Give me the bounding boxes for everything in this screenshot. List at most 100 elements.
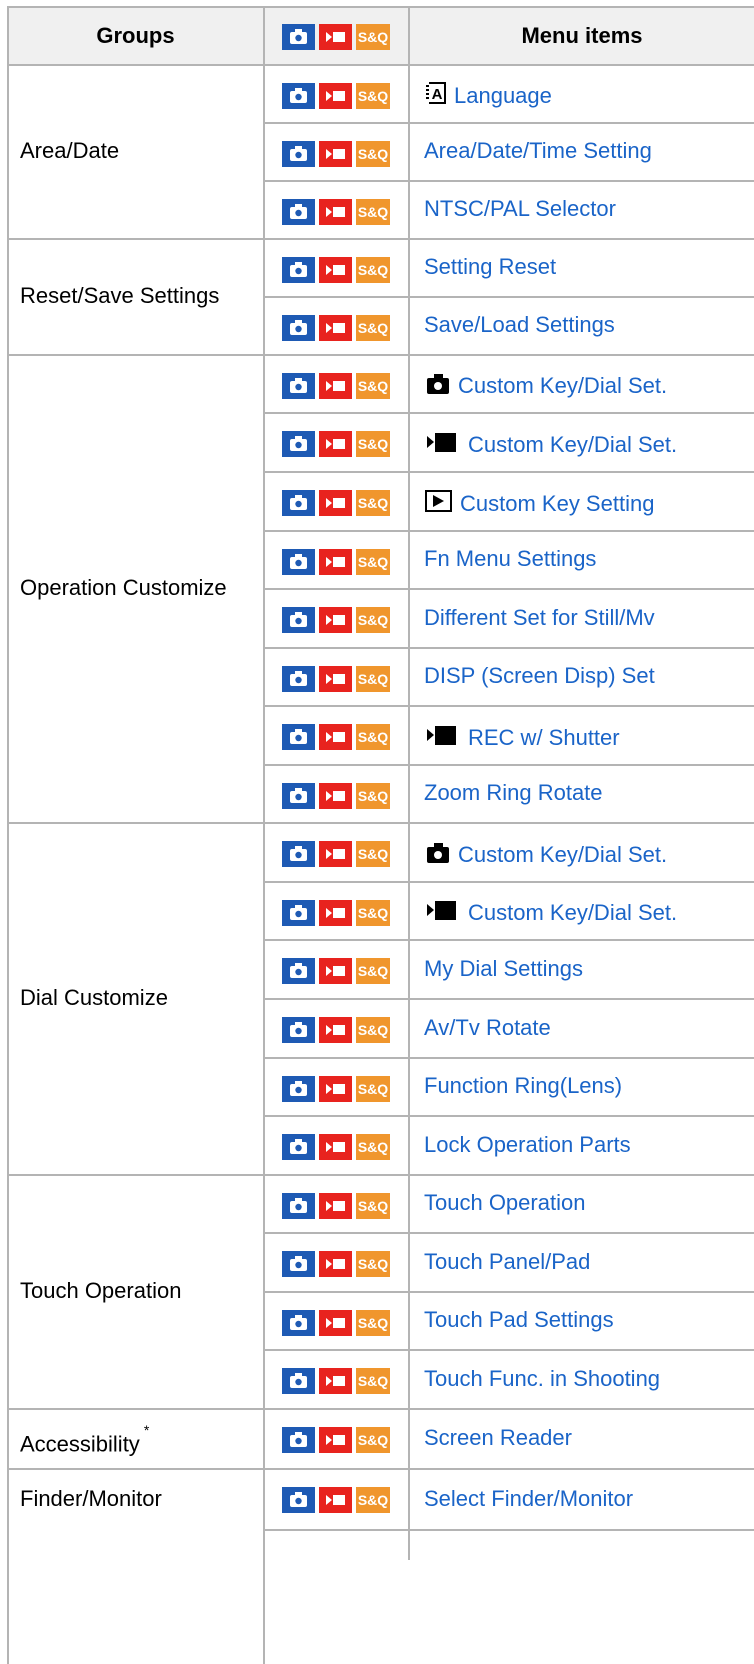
- menu-item-label[interactable]: My Dial Settings: [424, 956, 583, 982]
- sq-mode-icon: S&Q: [356, 666, 390, 692]
- menu-item-link[interactable]: Fn Menu Settings: [424, 546, 596, 572]
- menu-item-link[interactable]: Touch Panel/Pad: [424, 1249, 590, 1275]
- menu-item-link[interactable]: REC w/ Shutter: [424, 722, 620, 754]
- menu-item-link[interactable]: Custom Key/Dial Set.: [424, 429, 677, 461]
- menu-item-link[interactable]: Custom Key/Dial Set.: [424, 839, 667, 871]
- menu-item-link[interactable]: Touch Pad Settings: [424, 1307, 614, 1333]
- menu-item-link[interactable]: Av/Tv Rotate: [424, 1015, 551, 1041]
- still-camera-mode-icon: [282, 1193, 315, 1219]
- still-camera-mode-icon: [282, 841, 315, 867]
- row-mode-icons: S&Q: [282, 841, 390, 867]
- menu-item-label[interactable]: DISP (Screen Disp) Set: [424, 663, 655, 689]
- still-camera-mode-icon: [282, 1310, 315, 1336]
- sq-mode-icon: S&Q: [356, 373, 390, 399]
- menu-item-label[interactable]: Lock Operation Parts: [424, 1132, 631, 1158]
- sq-mode-icon: S&Q: [356, 841, 390, 867]
- menu-item-label[interactable]: Touch Operation: [424, 1190, 585, 1216]
- menu-item-link[interactable]: Different Set for Still/Mv: [424, 605, 655, 631]
- group-label: Reset/Save Settings: [20, 283, 219, 309]
- menu-item-label[interactable]: Custom Key Setting: [460, 491, 654, 517]
- menu-item-link[interactable]: Touch Func. in Shooting: [424, 1366, 660, 1392]
- menu-item-link[interactable]: Custom Key/Dial Set.: [424, 370, 667, 402]
- menu-item-link[interactable]: Function Ring(Lens): [424, 1073, 622, 1099]
- menu-item-label[interactable]: Area/Date/Time Setting: [424, 138, 652, 164]
- row-mode-icons: S&Q: [282, 607, 390, 633]
- sq-mode-icon: S&Q: [356, 1017, 390, 1043]
- menu-item-link[interactable]: Lock Operation Parts: [424, 1132, 631, 1158]
- menu-item-label[interactable]: Screen Reader: [424, 1425, 572, 1451]
- row-mode-icons: S&Q: [282, 315, 390, 341]
- menu-item-label[interactable]: Zoom Ring Rotate: [424, 780, 603, 806]
- row-mode-icons: S&Q: [282, 724, 390, 750]
- row-separator: [263, 1529, 754, 1531]
- menu-item-label[interactable]: Touch Pad Settings: [424, 1307, 614, 1333]
- menu-item-link[interactable]: NTSC/PAL Selector: [424, 196, 616, 222]
- group-label: Area/Date: [20, 138, 119, 164]
- menu-item-link[interactable]: Select Finder/Monitor: [424, 1486, 633, 1512]
- movie-mode-icon: [319, 1368, 352, 1394]
- menu-item-label[interactable]: Language: [454, 83, 552, 109]
- menu-item-link[interactable]: Custom Key/Dial Set.: [424, 897, 677, 929]
- menu-item-label[interactable]: Custom Key/Dial Set.: [468, 432, 677, 458]
- movie-mode-icon: [319, 199, 352, 225]
- menu-item-label[interactable]: Touch Panel/Pad: [424, 1249, 590, 1275]
- menu-item-link[interactable]: My Dial Settings: [424, 956, 583, 982]
- still-camera-mode-icon: [282, 83, 315, 109]
- group-name: Finder/Monitor: [20, 1485, 162, 1511]
- menu-item-link[interactable]: Setting Reset: [424, 254, 556, 280]
- movie-mode-icon: [319, 1487, 352, 1513]
- row-separator: [263, 64, 754, 66]
- still-camera-mode-icon: [282, 1076, 315, 1102]
- menu-item-link[interactable]: Touch Operation: [424, 1190, 585, 1216]
- menu-item-link[interactable]: DISP (Screen Disp) Set: [424, 663, 655, 689]
- still-camera-icon: [424, 370, 452, 402]
- movie-mode-icon: [319, 1310, 352, 1336]
- menu-item-label[interactable]: REC w/ Shutter: [468, 725, 620, 751]
- menu-item-label[interactable]: Custom Key/Dial Set.: [458, 373, 667, 399]
- menu-item-link[interactable]: Custom Key Setting: [424, 488, 654, 520]
- menu-item-link[interactable]: Area/Date/Time Setting: [424, 138, 652, 164]
- menu-item-label[interactable]: Select Finder/Monitor: [424, 1486, 633, 1512]
- menu-item-label[interactable]: Different Set for Still/Mv: [424, 605, 655, 631]
- movie-icon: [424, 429, 462, 461]
- movie-mode-icon: [319, 373, 352, 399]
- menu-item-label[interactable]: NTSC/PAL Selector: [424, 196, 616, 222]
- menu-item-label[interactable]: Av/Tv Rotate: [424, 1015, 551, 1041]
- menu-item-label[interactable]: Function Ring(Lens): [424, 1073, 622, 1099]
- sq-mode-icon: S&Q: [356, 724, 390, 750]
- sq-mode-icon: S&Q: [356, 257, 390, 283]
- table-top-border: [8, 6, 754, 8]
- row-mode-icons: S&Q: [282, 1251, 390, 1277]
- still-camera-mode-icon: [282, 373, 315, 399]
- row-mode-icons: S&Q: [282, 1368, 390, 1394]
- row-separator: [263, 296, 754, 298]
- menu-item-link[interactable]: A Language: [424, 80, 552, 112]
- row-separator: [263, 530, 754, 532]
- movie-mode-icon: [319, 431, 352, 457]
- movie-mode-icon: [319, 958, 352, 984]
- menu-item-label[interactable]: Fn Menu Settings: [424, 546, 596, 572]
- row-mode-icons: S&Q: [282, 1310, 390, 1336]
- row-mode-icons: S&Q: [282, 141, 390, 167]
- menu-item-link[interactable]: Zoom Ring Rotate: [424, 780, 603, 806]
- menu-item-label[interactable]: Setting Reset: [424, 254, 556, 280]
- sq-mode-icon: S&Q: [356, 199, 390, 225]
- menu-item-link[interactable]: Screen Reader: [424, 1425, 572, 1451]
- group-name: Area/Date: [20, 138, 120, 163]
- movie-mode-icon: [319, 490, 352, 516]
- movie-icon: [424, 722, 462, 754]
- movie-mode-icon: [319, 1193, 352, 1219]
- menu-item-label[interactable]: Custom Key/Dial Set.: [458, 842, 667, 868]
- row-separator: [263, 1468, 754, 1470]
- svg-text:A: A: [432, 86, 443, 103]
- row-separator: [263, 1057, 754, 1059]
- menu-item-link[interactable]: Save/Load Settings: [424, 312, 615, 338]
- row-mode-icons: S&Q: [282, 1487, 390, 1513]
- menu-item-label[interactable]: Save/Load Settings: [424, 312, 615, 338]
- still-camera-mode-icon: [282, 549, 315, 575]
- menu-item-label[interactable]: Touch Func. in Shooting: [424, 1366, 660, 1392]
- movie-mode-icon: [319, 1251, 352, 1277]
- sq-mode-icon: S&Q: [356, 1251, 390, 1277]
- sq-mode-icon: S&Q: [356, 549, 390, 575]
- menu-item-label[interactable]: Custom Key/Dial Set.: [468, 900, 677, 926]
